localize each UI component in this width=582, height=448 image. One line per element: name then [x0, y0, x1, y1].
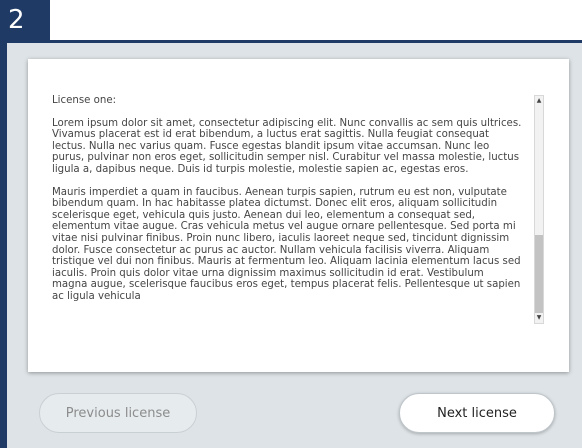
step-number: 2	[8, 5, 25, 35]
previous-license-label: Previous license	[65, 406, 171, 421]
step-number-badge: 2	[0, 0, 50, 40]
license-text-area[interactable]: License one: Lorem ipsum dolor sit amet,…	[52, 95, 522, 346]
license-heading: License one:	[52, 95, 117, 106]
license-paragraph-1: Lorem ipsum dolor sit amet, consectetur …	[52, 117, 522, 175]
scroll-down-arrow-icon[interactable]: ▼	[535, 313, 543, 323]
next-license-label: Next license	[437, 406, 517, 421]
license-paragraph-2: Mauris imperdiet a quam in faucibus. Aen…	[52, 186, 521, 302]
license-scrollbar[interactable]: ▲ ▼	[534, 95, 544, 324]
scroll-thumb[interactable]	[535, 235, 543, 313]
previous-license-button[interactable]: Previous license	[39, 393, 197, 433]
scroll-up-arrow-icon[interactable]: ▲	[535, 96, 543, 106]
next-license-button[interactable]: Next license	[399, 393, 555, 433]
